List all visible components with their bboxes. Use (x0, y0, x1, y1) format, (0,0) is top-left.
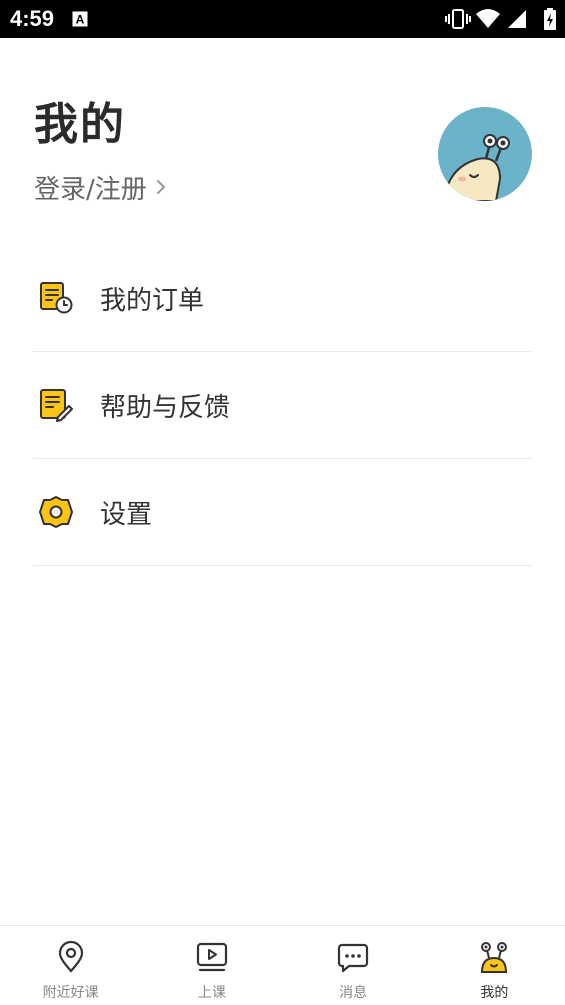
status-bar: 4:59 A (0, 0, 565, 38)
tab-mine[interactable]: 我的 (424, 926, 565, 1005)
chat-bubble-icon (338, 943, 369, 973)
settings-gear-icon (39, 496, 73, 528)
chevron-right-icon (156, 180, 166, 194)
battery-icon (544, 8, 556, 30)
login-register-label: 登录/注册 (34, 174, 147, 205)
tab-label: 上课 (197, 985, 226, 1001)
order-list-icon (40, 282, 73, 314)
menu-item-label: 帮助与反馈 (100, 392, 231, 423)
keyboard-a-icon: A (72, 11, 88, 27)
menu-item-help-feedback[interactable]: 帮助与反馈 (33, 352, 532, 459)
menu-item-orders[interactable]: 我的订单 (33, 245, 532, 352)
status-time: 4:59 (10, 6, 55, 31)
menu-list: 我的订单 帮助与反馈 设置 (33, 245, 532, 566)
tab-nearby-courses[interactable]: 附近好课 (0, 926, 141, 1005)
tab-label: 消息 (339, 985, 368, 1001)
feedback-edit-icon (40, 389, 73, 422)
menu-item-label: 设置 (100, 499, 153, 530)
svg-text:A: A (76, 13, 85, 27)
location-pin-icon (58, 940, 83, 973)
vibrate-icon (445, 9, 471, 29)
video-play-icon (196, 942, 227, 972)
snail-mascot-icon (481, 942, 508, 973)
tab-label: 附近好课 (42, 985, 99, 1001)
login-register-link[interactable]: 登录/注册 (34, 170, 167, 205)
menu-item-label: 我的订单 (100, 285, 205, 316)
tab-messages[interactable]: 消息 (283, 926, 424, 1005)
bottom-tab-bar: 附近好课 上课 消息 我的 (0, 925, 565, 1005)
snail-avatar-icon (438, 107, 532, 201)
menu-item-settings[interactable]: 设置 (33, 459, 532, 566)
wifi-icon (476, 9, 500, 28)
signal-icon (508, 10, 526, 28)
tab-class[interactable]: 上课 (141, 926, 282, 1005)
tab-label: 我的 (480, 985, 509, 1001)
avatar[interactable] (438, 107, 532, 201)
page-title: 我的 (34, 99, 126, 150)
